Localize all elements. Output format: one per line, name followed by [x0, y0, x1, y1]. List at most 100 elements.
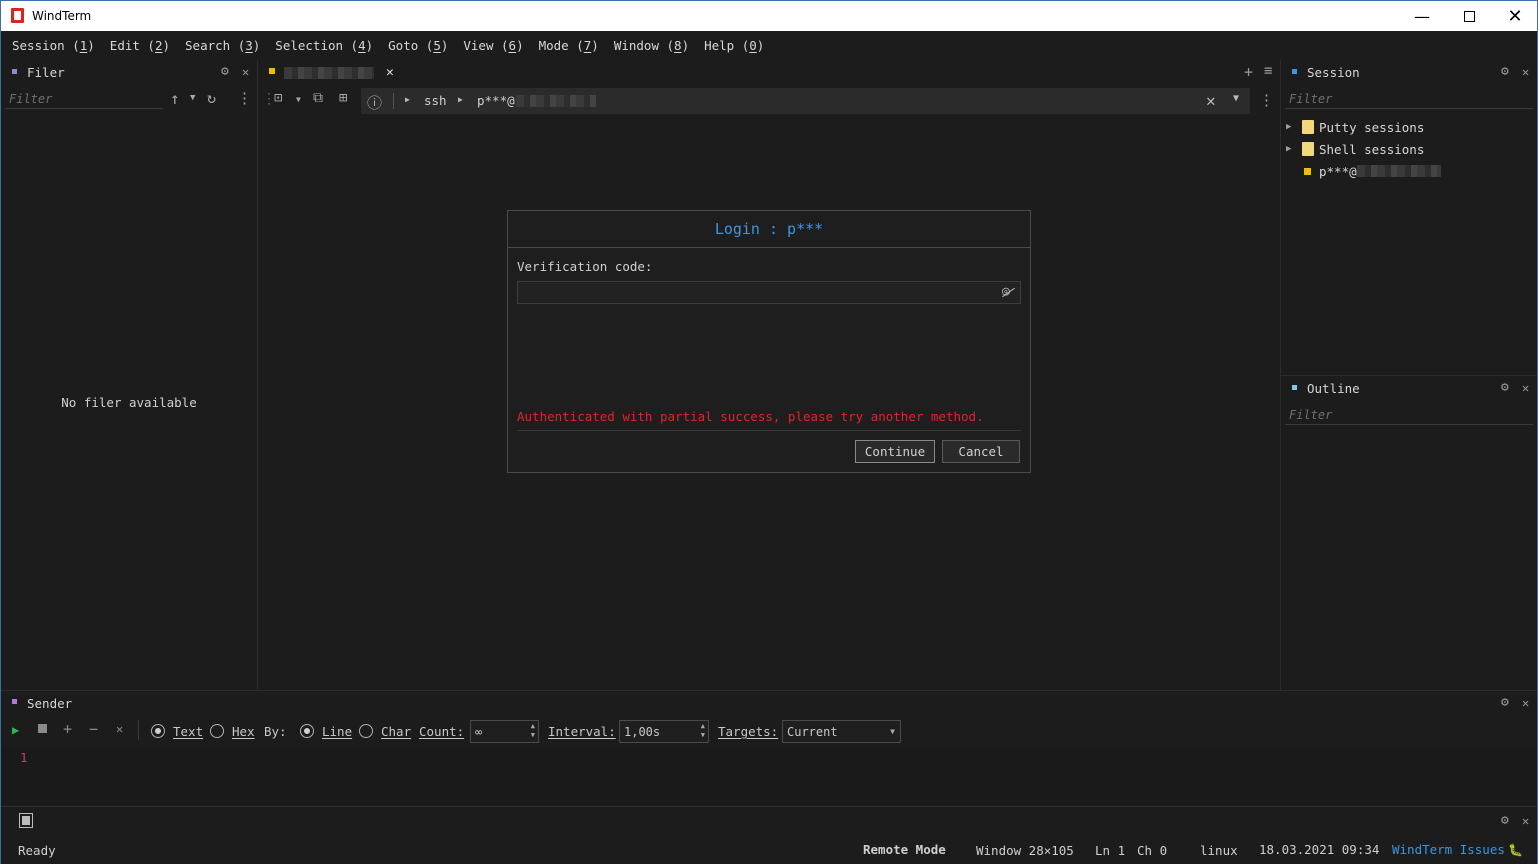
- menu-edit[interactable]: Edit (2): [110, 38, 170, 53]
- line-number: 1: [20, 750, 28, 765]
- sender-panel: Sender ⚙ ✕ ▶ + − ✕ Text Hex By: Line Cha…: [1, 691, 1537, 806]
- spinner-arrows-icon[interactable]: ▲ ▼: [701, 722, 705, 740]
- outline-settings-gear-icon[interactable]: ⚙: [1501, 380, 1509, 395]
- targets-label: Targets:: [718, 724, 779, 739]
- chevron-down-icon[interactable]: ▼: [890, 727, 895, 736]
- text-radio-label: Text: [173, 724, 204, 739]
- duplicate-session-icon[interactable]: ⧉: [313, 90, 323, 106]
- info-icon[interactable]: ⓘ: [367, 92, 382, 113]
- session-close-icon[interactable]: ✕: [1522, 65, 1529, 79]
- filer-close-icon[interactable]: ✕: [242, 65, 249, 79]
- shell-panel-icon[interactable]: [19, 813, 33, 828]
- issues-link[interactable]: WindTerm Issues: [1392, 842, 1505, 857]
- char-radio-label: Char: [381, 724, 412, 739]
- minimize-button[interactable]: —: [1399, 1, 1445, 31]
- title-bar: WindTerm — ✕: [0, 0, 1538, 31]
- menu-view[interactable]: View (6): [463, 38, 523, 53]
- count-spinbox[interactable]: ∞ ▲ ▼: [470, 720, 539, 743]
- cancel-button[interactable]: Cancel: [942, 440, 1020, 463]
- new-tab-plus-icon[interactable]: +: [1244, 63, 1253, 81]
- menu-goto[interactable]: Goto (5): [388, 38, 448, 53]
- new-session-dropdown-icon[interactable]: ▼: [296, 95, 301, 104]
- maximize-button[interactable]: [1446, 1, 1492, 31]
- menu-mode[interactable]: Mode (7): [539, 38, 599, 53]
- tab-close-icon[interactable]: ✕: [386, 65, 394, 80]
- windterm-logo-icon: [11, 8, 24, 23]
- filer-marker-icon: [12, 69, 17, 74]
- breadcrumb-arrow-icon: ▶: [405, 95, 410, 104]
- filer-title: Filer: [27, 65, 65, 80]
- continue-button[interactable]: Continue: [855, 440, 935, 463]
- bottom-close-icon[interactable]: ✕: [1522, 814, 1529, 828]
- breadcrumb-protocol[interactable]: ssh: [424, 93, 447, 108]
- status-ready: Ready: [18, 843, 56, 858]
- menu-window[interactable]: Window (8): [614, 38, 689, 53]
- filer-filter-input[interactable]: [5, 89, 163, 109]
- address-divider: [393, 93, 394, 109]
- menu-selection[interactable]: Selection (4): [275, 38, 373, 53]
- targets-select[interactable]: Current ▼: [782, 720, 901, 743]
- sender-title: Sender: [27, 696, 73, 711]
- address-dropdown-icon[interactable]: ▼: [1233, 93, 1239, 104]
- status-char[interactable]: Ch 0: [1137, 843, 1167, 858]
- expand-arrow-icon[interactable]: ▶: [1286, 144, 1302, 154]
- menu-search[interactable]: Search (3): [185, 38, 260, 53]
- sender-settings-gear-icon[interactable]: ⚙: [1501, 695, 1509, 710]
- new-session-icon[interactable]: ⊡: [274, 90, 282, 106]
- dialog-divider: [517, 430, 1021, 431]
- outline-close-icon[interactable]: ✕: [1522, 381, 1529, 395]
- session-filter-input[interactable]: [1285, 89, 1533, 109]
- add-icon[interactable]: +: [63, 720, 72, 738]
- up-arrow-icon[interactable]: ↑: [170, 89, 180, 108]
- outline-filter-input[interactable]: [1285, 405, 1533, 425]
- char-radio[interactable]: [359, 724, 373, 741]
- sender-marker-icon: [12, 699, 17, 704]
- bottom-settings-gear-icon[interactable]: ⚙: [1501, 813, 1509, 828]
- tree-item-shell-sessions[interactable]: ▶ Shell sessions: [1286, 138, 1536, 160]
- stop-icon[interactable]: [38, 724, 47, 733]
- clear-icon[interactable]: ✕: [116, 722, 123, 736]
- terminal-more-icon[interactable]: ⋮: [1259, 91, 1274, 109]
- breadcrumb-host[interactable]: p***@: [477, 93, 515, 108]
- expand-arrow-icon[interactable]: ▶: [1286, 122, 1302, 132]
- clear-address-icon[interactable]: ✕: [1206, 91, 1216, 110]
- session-settings-gear-icon[interactable]: ⚙: [1501, 64, 1509, 79]
- more-vertical-icon[interactable]: ⋮: [237, 89, 252, 107]
- clone-session-icon[interactable]: ⊞: [339, 90, 347, 106]
- sender-editor[interactable]: 1: [2, 747, 1536, 805]
- tab-list-menu-icon[interactable]: ≡: [1264, 63, 1272, 79]
- verification-code-label: Verification code:: [517, 259, 653, 274]
- close-window-button[interactable]: ✕: [1492, 1, 1538, 31]
- breadcrumb-host-redacted: [516, 95, 596, 107]
- sender-close-icon[interactable]: ✕: [1522, 696, 1529, 710]
- menu-session[interactable]: Session (1): [12, 38, 95, 53]
- hex-radio[interactable]: [210, 724, 224, 741]
- play-icon[interactable]: ▶: [12, 723, 19, 737]
- dialog-title: Login : p***: [508, 211, 1030, 248]
- remove-icon[interactable]: −: [89, 720, 98, 738]
- spinner-arrows-icon[interactable]: ▲ ▼: [531, 722, 535, 740]
- menu-help[interactable]: Help (0): [704, 38, 764, 53]
- window-title: WindTerm: [32, 9, 92, 23]
- refresh-icon[interactable]: ↻: [207, 89, 216, 107]
- status-window-size[interactable]: Window 28×105: [976, 843, 1074, 858]
- verification-code-input[interactable]: ◎: [517, 281, 1021, 304]
- terminal-tab[interactable]: ✕: [258, 60, 406, 86]
- session-host-redacted: [1356, 165, 1441, 177]
- session-tree: ▶ Putty sessions ▶ Shell sessions p***@: [1286, 116, 1536, 182]
- sender-divider: [138, 720, 139, 740]
- tree-item-putty-sessions[interactable]: ▶ Putty sessions: [1286, 116, 1536, 138]
- text-radio[interactable]: [151, 724, 165, 741]
- status-line[interactable]: Ln 1: [1095, 843, 1125, 858]
- interval-spinbox[interactable]: 1,00s ▲ ▼: [619, 720, 709, 743]
- address-bar[interactable]: ⓘ ▶ ssh ▶ p***@ ✕ ▼: [361, 88, 1250, 114]
- status-os[interactable]: linux: [1200, 843, 1238, 858]
- tree-item-ssh-session[interactable]: p***@: [1286, 160, 1536, 182]
- chevron-down-icon[interactable]: ▼: [190, 93, 195, 103]
- bug-icon[interactable]: 🐛: [1508, 843, 1523, 857]
- maximize-icon: [1463, 10, 1475, 22]
- status-mode[interactable]: Remote Mode: [863, 842, 946, 857]
- outline-panel: Outline ⚙ ✕: [1281, 376, 1537, 690]
- filer-settings-gear-icon[interactable]: ⚙: [221, 64, 229, 79]
- line-radio[interactable]: [300, 724, 314, 741]
